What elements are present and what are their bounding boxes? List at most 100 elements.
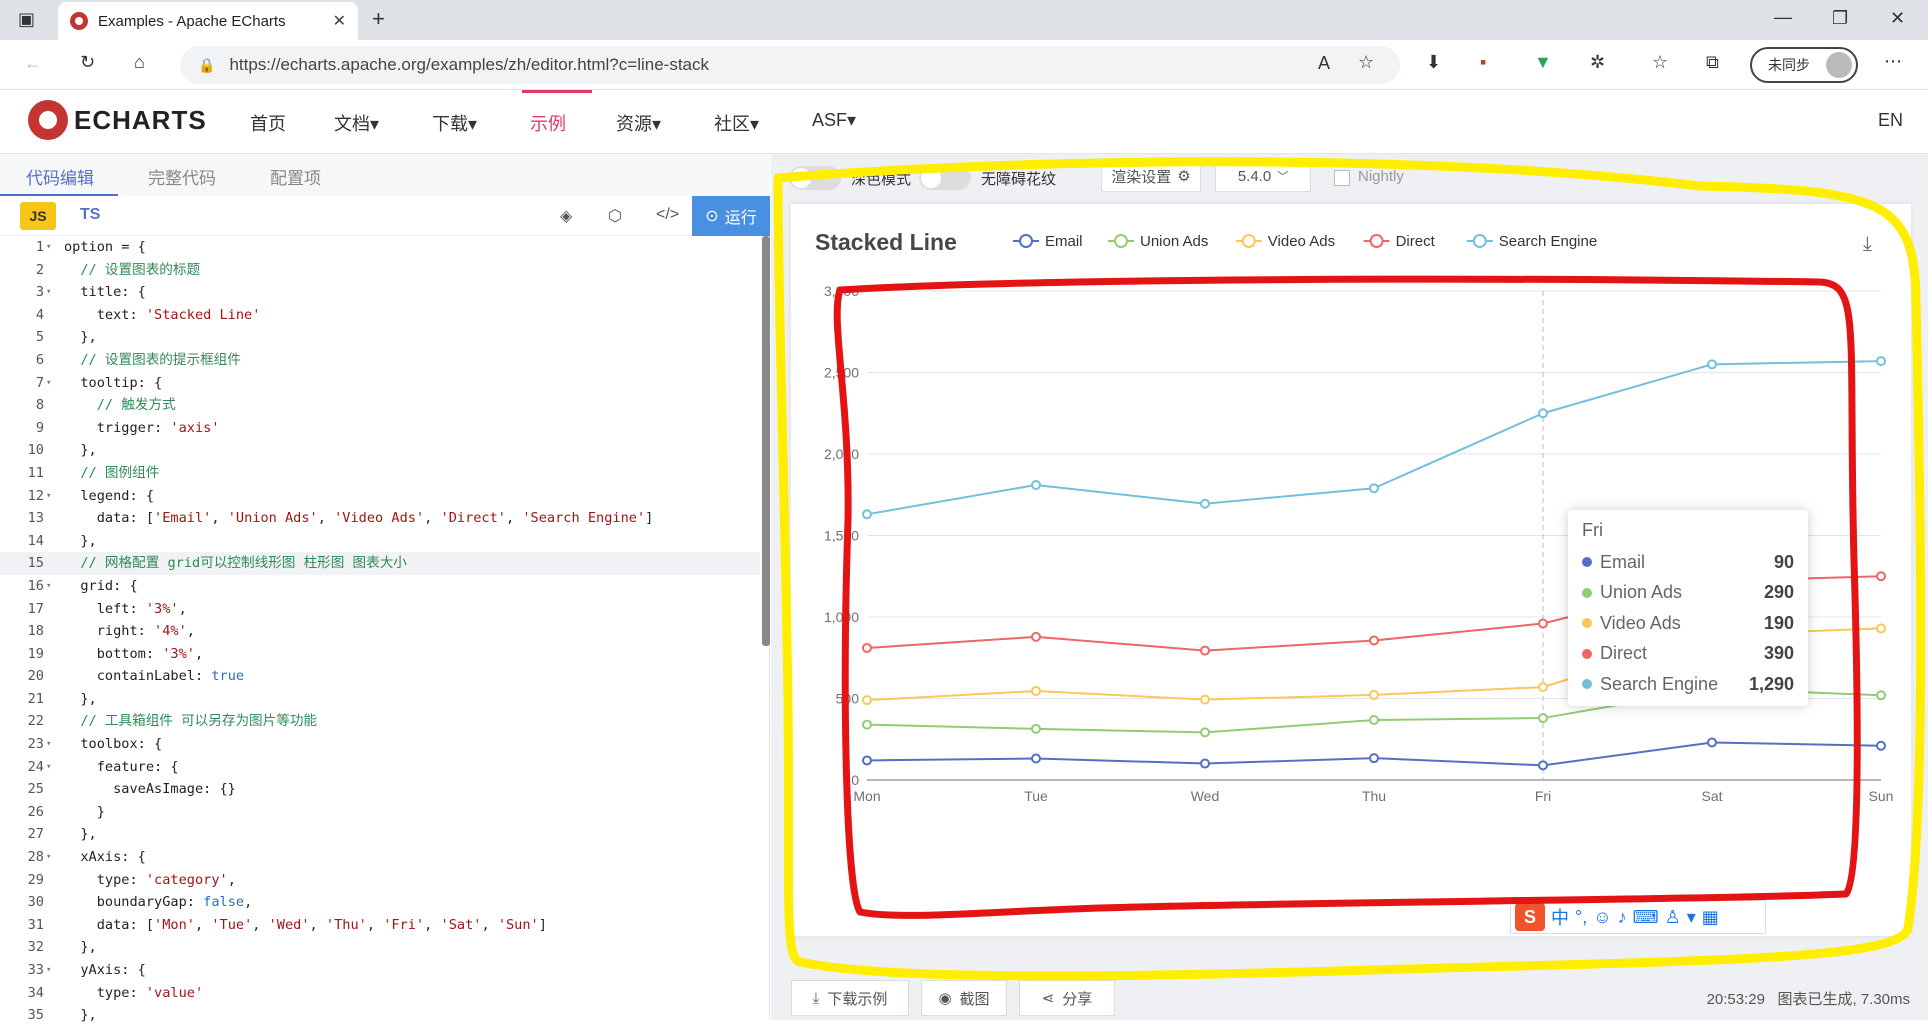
read-aloud-icon[interactable]: A [1318, 54, 1330, 72]
code-line[interactable]: 2 // 设置图表的标题 [0, 259, 760, 282]
close-window-icon[interactable]: ✕ [1890, 9, 1905, 27]
code-line[interactable]: 11 // 图例组件 [0, 462, 760, 485]
fold-arrow-icon[interactable]: ▾ [46, 733, 51, 756]
fold-arrow-icon[interactable]: ▾ [46, 372, 51, 395]
code-line[interactable]: 5 }, [0, 326, 760, 349]
fold-arrow-icon[interactable]: ▾ [46, 281, 51, 304]
download-example-button[interactable]: ⤓ 下载示例 [791, 980, 909, 1016]
code-line[interactable]: 8 // 触发方式 [0, 394, 760, 417]
home-icon[interactable]: ⌂ [134, 53, 145, 71]
editor-scrollbar[interactable] [762, 236, 770, 646]
nav-docs[interactable]: 文档▾ [334, 110, 379, 136]
code-line[interactable]: 24 ▾ feature: { [0, 756, 760, 779]
favorite-icon[interactable]: ☆ [1358, 53, 1374, 71]
microphone-icon[interactable]: ♪ [1618, 907, 1627, 928]
code-line[interactable]: 27 }, [0, 823, 760, 846]
fold-arrow-icon[interactable]: ▾ [46, 846, 51, 869]
code-line[interactable]: 20 containLabel: true [0, 665, 760, 688]
screenshot-button[interactable]: ◉ 截图 [921, 980, 1007, 1016]
run-button[interactable]: ⊙ 运行 [692, 196, 770, 236]
code-line[interactable]: 3 ▾ title: { [0, 281, 760, 304]
back-icon[interactable]: ← [24, 54, 42, 72]
more-icon[interactable]: ⋯ [1884, 52, 1902, 70]
code-line[interactable]: 32 }, [0, 936, 760, 959]
collections-icon[interactable]: ⧉ [1706, 53, 1719, 71]
code-line[interactable]: 14 }, [0, 530, 760, 553]
code-line[interactable]: 16 ▾ grid: { [0, 575, 760, 598]
code-line[interactable]: 34 type: 'value' [0, 982, 760, 1005]
code-line[interactable]: 30 boundaryGap: false, [0, 891, 760, 914]
code-line[interactable]: 35 }, [0, 1004, 760, 1027]
code-line[interactable]: 21 }, [0, 688, 760, 711]
nav-asf[interactable]: ASF▾ [812, 110, 856, 131]
browser-tab[interactable]: Examples - Apache ECharts ✕ [58, 2, 358, 40]
code-area[interactable]: 1 ▾ option = {2 // 设置图表的标题 3 ▾ title: {4 tex… [0, 236, 760, 1023]
save-as-image-icon[interactable]: ⤓ [1863, 233, 1872, 255]
code-line[interactable]: 4 text: 'Stacked Line' [0, 304, 760, 327]
render-settings-button[interactable]: 渲染设置 ⚙ [1101, 160, 1201, 192]
tab-code-edit[interactable]: 代码编辑 [26, 164, 94, 189]
restore-icon[interactable]: ❐ [1832, 9, 1848, 27]
code-line[interactable]: 18 right: '4%', [0, 620, 760, 643]
code-line[interactable]: 15 // 网格配置 grid可以控制线形图 柱形图 图表大小 [0, 552, 760, 575]
language-switch[interactable]: EN [1878, 110, 1903, 131]
share-button[interactable]: ⋖ 分享 [1019, 980, 1115, 1016]
ts-button[interactable]: TS [80, 206, 100, 224]
user-icon[interactable]: ♙ [1665, 907, 1681, 928]
fold-arrow-icon[interactable]: ▾ [46, 959, 51, 982]
vue-extension-icon[interactable]: ▼ [1534, 53, 1552, 71]
code-line[interactable]: 26 } [0, 801, 760, 824]
codesandbox-icon[interactable]: ⬡ [608, 206, 622, 226]
code-line[interactable]: 25 saveAsImage: {} [0, 778, 760, 801]
url-input[interactable]: 🔒 https://echarts.apache.org/examples/zh… [180, 46, 1400, 84]
code-line[interactable]: 13 data: ['Email', 'Union Ads', 'Video A… [0, 507, 760, 530]
extensions-icon[interactable]: ✲ [1590, 53, 1605, 71]
nav-examples[interactable]: 示例 [530, 110, 566, 136]
code-line[interactable]: 12 ▾ legend: { [0, 485, 760, 508]
reload-icon[interactable]: ↻ [80, 53, 95, 71]
code-line[interactable]: 23 ▾ toolbox: { [0, 733, 760, 756]
version-select[interactable]: 5.4.0 ﹀ [1215, 160, 1311, 192]
minimize-icon[interactable]: — [1774, 8, 1792, 26]
code-line[interactable]: 17 left: '3%', [0, 598, 760, 621]
new-tab-icon[interactable]: + [372, 8, 385, 30]
dark-mode-toggle[interactable] [789, 166, 841, 190]
code-line[interactable]: 28 ▾ xAxis: { [0, 846, 760, 869]
menu-grid-icon[interactable]: ▦ [1702, 907, 1719, 928]
code-line[interactable]: 6 // 设置图表的提示框组件 [0, 349, 760, 372]
code-line[interactable]: 7 ▾ tooltip: { [0, 372, 760, 395]
sync-button[interactable]: 未同步 [1750, 47, 1858, 83]
nav-resources[interactable]: 资源▾ [616, 110, 661, 136]
close-tab-icon[interactable]: ✕ [333, 11, 346, 31]
fold-arrow-icon[interactable]: ▾ [46, 236, 51, 259]
tab-options[interactable]: 配置项 [270, 164, 321, 189]
code-line[interactable]: 1 ▾ option = { [0, 236, 760, 259]
code-line[interactable]: 10 }, [0, 439, 760, 462]
sidebar-toggle-icon[interactable]: ▣ [18, 10, 35, 28]
code-line[interactable]: 22 // 工具箱组件 可以另存为图片等功能 [0, 710, 760, 733]
nav-home[interactable]: 首页 [250, 110, 286, 136]
emoji-icon[interactable]: ☺ [1593, 907, 1611, 928]
fold-arrow-icon[interactable]: ▾ [46, 756, 51, 779]
code-line[interactable]: 29 type: 'category', [0, 869, 760, 892]
nightly-checkbox[interactable] [1334, 170, 1350, 186]
skin-icon[interactable]: ▾ [1687, 907, 1696, 928]
tab-full-code[interactable]: 完整代码 [148, 164, 216, 189]
fold-arrow-icon[interactable]: ▾ [46, 575, 51, 598]
code-line[interactable]: 31 data: ['Mon', 'Tue', 'Wed', 'Thu', 'F… [0, 914, 760, 937]
sogou-icon[interactable]: S [1515, 903, 1545, 931]
js-button[interactable]: JS [20, 202, 56, 230]
echarts-logo[interactable]: ECHARTS [28, 100, 207, 140]
keyboard-icon[interactable]: ⌨ [1633, 907, 1659, 928]
nav-community[interactable]: 社区▾ [714, 110, 759, 136]
extension-icon[interactable]: ▪ [1480, 53, 1486, 71]
codepen-icon[interactable]: ◈ [560, 206, 572, 226]
download-icon[interactable]: ⬇ [1426, 53, 1441, 71]
chinese-mode-icon[interactable]: 中 [1551, 904, 1569, 930]
format-code-icon[interactable]: </> [656, 206, 679, 224]
nav-download[interactable]: 下载▾ [432, 110, 477, 136]
favorites-icon[interactable]: ☆ [1652, 53, 1668, 71]
accessibility-toggle[interactable] [919, 166, 971, 190]
code-line[interactable]: 33 ▾ yAxis: { [0, 959, 760, 982]
punctuation-icon[interactable]: °, [1575, 907, 1587, 928]
